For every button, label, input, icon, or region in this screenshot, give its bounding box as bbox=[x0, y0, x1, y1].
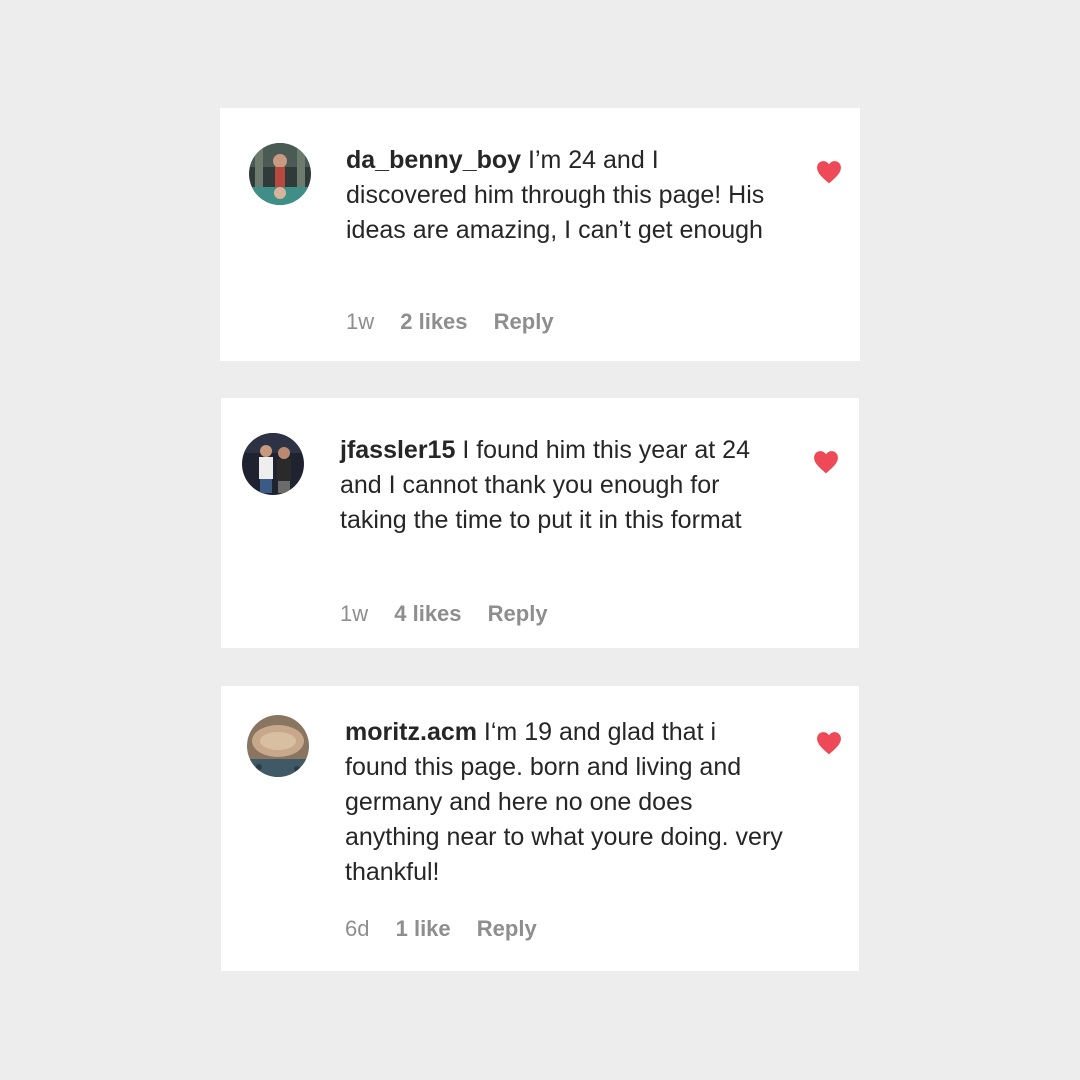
likes-count[interactable]: 2 likes bbox=[400, 308, 467, 336]
comment-text: jfassler15 I found him this year at 24 a… bbox=[340, 433, 780, 538]
username-link[interactable]: da_benny_boy bbox=[346, 146, 521, 174]
comment-timestamp: 1w bbox=[346, 309, 375, 334]
comment-meta: 1w 4 likes Reply bbox=[340, 600, 548, 628]
comment-text: moritz.acm I‘m 19 and glad that i found … bbox=[345, 715, 785, 890]
reply-button[interactable]: Reply bbox=[488, 600, 548, 628]
avatar[interactable] bbox=[247, 715, 309, 777]
comment-timestamp: 6d bbox=[345, 916, 370, 941]
avatar[interactable] bbox=[242, 433, 304, 495]
likes-count[interactable]: 4 likes bbox=[394, 600, 461, 628]
comment-meta: 6d 1 like Reply bbox=[345, 915, 537, 943]
reply-button[interactable]: Reply bbox=[494, 308, 554, 336]
comment-card: jfassler15 I found him this year at 24 a… bbox=[221, 398, 859, 648]
comment-text: da_benny_boy I’m 24 and I discovered him… bbox=[346, 143, 786, 248]
username-link[interactable]: jfassler15 bbox=[340, 436, 455, 464]
avatar-image bbox=[249, 143, 311, 205]
comment-timestamp: 1w bbox=[340, 601, 369, 626]
comment-card: moritz.acm I‘m 19 and glad that i found … bbox=[221, 686, 859, 971]
comment-meta: 1w 2 likes Reply bbox=[346, 308, 554, 336]
like-heart-icon[interactable] bbox=[813, 450, 839, 474]
likes-count[interactable]: 1 like bbox=[396, 915, 451, 943]
avatar-image bbox=[242, 433, 304, 495]
comment-card: da_benny_boy I’m 24 and I discovered him… bbox=[220, 108, 860, 361]
avatar-image bbox=[247, 715, 309, 777]
avatar[interactable] bbox=[249, 143, 311, 205]
like-heart-icon[interactable] bbox=[816, 731, 842, 755]
like-heart-icon[interactable] bbox=[816, 160, 842, 184]
reply-button[interactable]: Reply bbox=[477, 915, 537, 943]
username-link[interactable]: moritz.acm bbox=[345, 718, 477, 746]
